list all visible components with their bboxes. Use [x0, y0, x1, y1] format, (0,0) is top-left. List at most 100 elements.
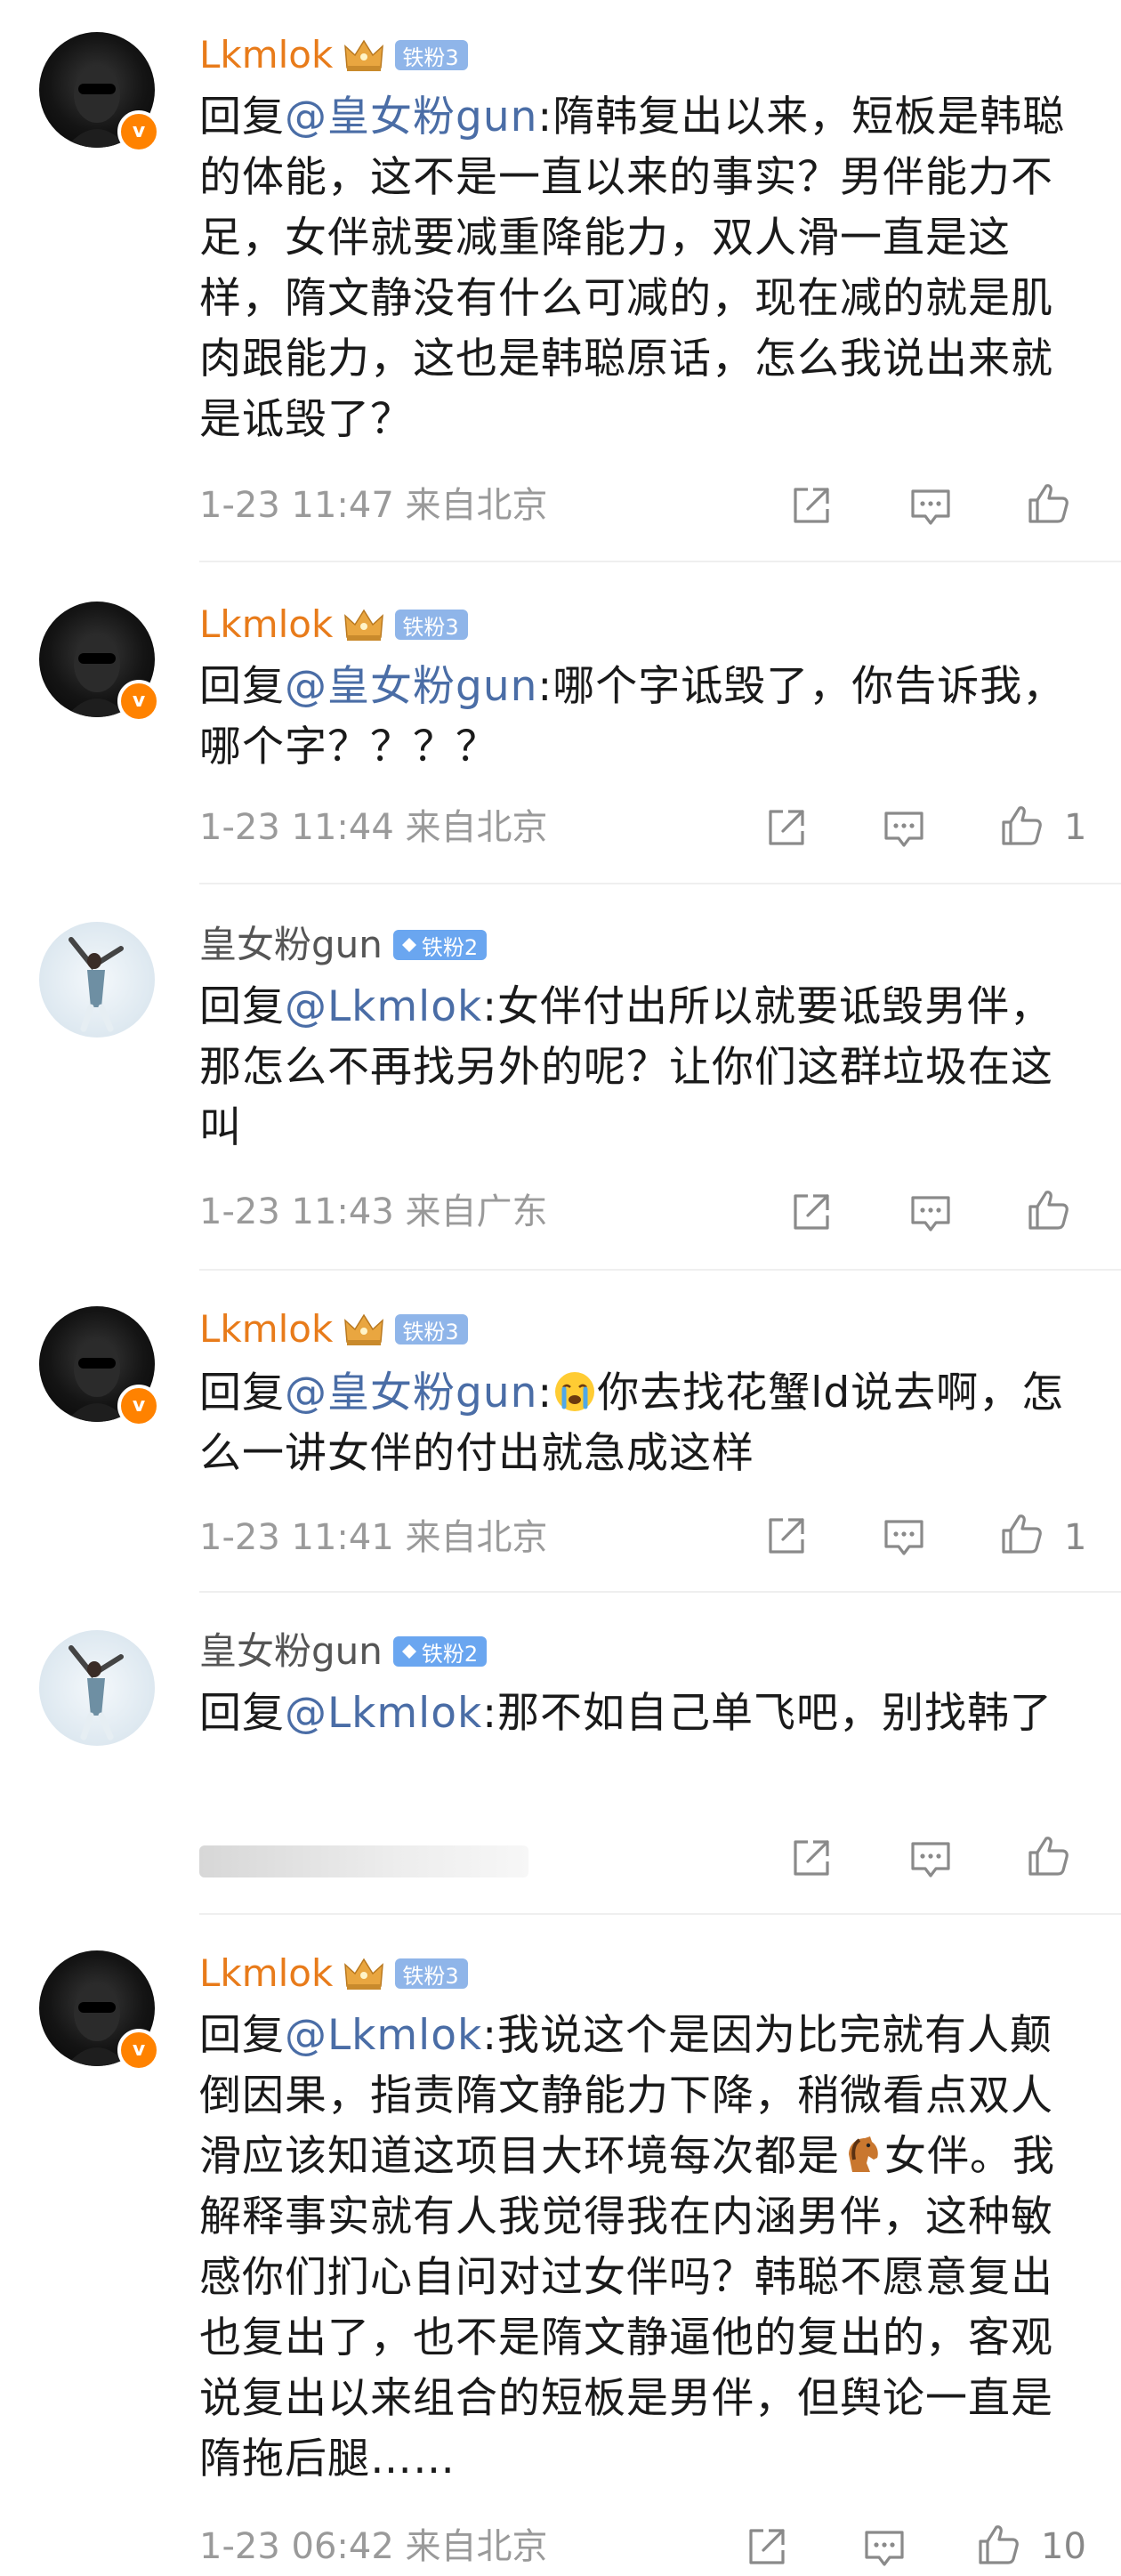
username[interactable]: Lkmlok — [199, 1947, 333, 2000]
fan-badge[interactable]: 铁粉3 — [395, 1958, 468, 1989]
crown-icon — [343, 1956, 384, 1991]
reply-prefix: 回复 — [199, 1689, 285, 1738]
share-icon[interactable] — [744, 2524, 790, 2570]
divider — [199, 883, 1121, 884]
name-row: Lkmlok 铁粉3 — [199, 1303, 468, 1356]
share-icon[interactable] — [788, 482, 835, 529]
name-row: 皇女粉gun 铁粉2 — [199, 918, 488, 972]
fan-badge-label: 铁粉3 — [402, 1319, 459, 1345]
crown-icon — [343, 37, 384, 73]
comment-text: 回复@Lkmlok:那不如自己单飞吧，别找韩了 — [199, 1684, 1089, 1744]
crown-icon — [343, 1312, 384, 1347]
fan-badge-label: 铁粉3 — [402, 1963, 459, 1989]
diamond-icon — [400, 936, 418, 954]
like-icon[interactable] — [1025, 480, 1071, 527]
comment-body: :隋韩复出以来，短板是韩聪的体能，这不是一直以来的事实？男伴能力不足，女伴就要减… — [199, 93, 1066, 444]
comment-meta: 1-23 11:47 来自北京 — [199, 479, 548, 532]
comment-icon[interactable] — [907, 1835, 954, 1881]
timestamp: 1-23 11:43 — [199, 1191, 394, 1232]
fan-badge-label: 铁粉3 — [402, 44, 459, 70]
crying-face-icon — [552, 1369, 597, 1414]
comment-icon[interactable] — [907, 1189, 954, 1235]
like-icon[interactable] — [1025, 1833, 1071, 1879]
crown-icon — [343, 607, 384, 642]
share-icon[interactable] — [788, 1189, 835, 1235]
name-row: Lkmlok 铁粉3 — [199, 28, 468, 82]
fan-badge[interactable]: 铁粉2 — [392, 930, 488, 960]
comment-icon[interactable] — [881, 1513, 927, 1559]
like-icon[interactable] — [975, 2522, 1021, 2568]
verified-badge-icon: v — [117, 680, 160, 723]
fan-badge-label: 铁粉2 — [421, 934, 479, 960]
mention-link[interactable]: @皇女粉gun — [285, 1369, 537, 1417]
mention-link[interactable]: @皇女粉gun — [285, 662, 537, 711]
comment-icon[interactable] — [907, 482, 954, 529]
username[interactable]: 皇女粉gun — [199, 918, 383, 972]
location: 来自北京 — [405, 485, 548, 526]
comment-meta: 1-23 11:44 来自北京 — [199, 801, 548, 854]
fan-badge[interactable]: 铁粉3 — [395, 1314, 468, 1345]
comment-body-continued: 女伴。我解释事实就有人我觉得我在内涵男伴，这种敏感你们扪心自问对过女伴吗？韩聪不… — [199, 2132, 1055, 2483]
like-icon[interactable] — [998, 1511, 1044, 1557]
comment-body-prefix: : — [537, 1369, 553, 1417]
location: 来自北京 — [405, 2526, 548, 2567]
comment-meta: 1-23 06:42 来自北京 — [199, 2520, 548, 2573]
horse-face-icon — [840, 2133, 884, 2177]
location: 来自北京 — [405, 1517, 548, 1558]
verified-badge-icon: v — [117, 110, 160, 153]
diamond-icon — [400, 1643, 418, 1660]
comment-body: :那不如自己单飞吧，别找韩了 — [482, 1689, 1053, 1738]
comment-meta: 1-23 11:41 来自北京 — [199, 1511, 548, 1564]
comment-text: 回复@皇女粉gun:隋韩复出以来，短板是韩聪的体能，这不是一直以来的事实？男伴能… — [199, 87, 1089, 450]
comment-text: 回复@Lkmlok:女伴付出所以就要诋毁男伴，那怎么不再找另外的呢？让你们这群垃… — [199, 977, 1089, 1159]
like-icon[interactable] — [998, 803, 1044, 849]
like-count: 1 — [1064, 1517, 1087, 1558]
username[interactable]: 皇女粉gun — [199, 1625, 383, 1678]
avatar[interactable] — [39, 1630, 155, 1746]
reply-prefix: 回复 — [199, 662, 285, 711]
mention-link[interactable]: @Lkmlok — [285, 1689, 482, 1738]
fan-badge[interactable]: 铁粉3 — [395, 610, 468, 640]
username[interactable]: Lkmlok — [199, 1303, 333, 1356]
share-icon[interactable] — [763, 1513, 810, 1559]
timestamp: 1-23 06:42 — [199, 2526, 394, 2567]
fan-badge[interactable]: 铁粉2 — [392, 1636, 488, 1667]
username[interactable]: Lkmlok — [199, 28, 333, 82]
name-row: Lkmlok 铁粉3 — [199, 598, 468, 651]
location: 来自北京 — [405, 807, 548, 848]
verified-badge-icon: v — [117, 1385, 160, 1427]
comment-text: 回复@Lkmlok:我说这个是因为比完就有人颠倒因果，指责隋文静能力下降，稍微看… — [199, 2006, 1089, 2490]
divider — [199, 1913, 1121, 1915]
location: 来自广东 — [405, 1191, 548, 1232]
fan-badge-label: 铁粉2 — [421, 1641, 479, 1667]
fan-badge[interactable]: 铁粉3 — [395, 40, 468, 70]
mention-link[interactable]: @Lkmlok — [285, 982, 482, 1031]
comment-meta: 1-23 11:43 来自广东 — [199, 1185, 548, 1239]
comment-meta — [199, 1845, 528, 1877]
comment-icon[interactable] — [881, 804, 927, 851]
divider — [199, 561, 1121, 562]
reply-prefix: 回复 — [199, 2011, 285, 2060]
reply-prefix: 回复 — [199, 1369, 285, 1417]
divider — [199, 1591, 1121, 1593]
avatar[interactable] — [39, 922, 155, 1038]
like-icon[interactable] — [1025, 1187, 1071, 1233]
verified-badge-icon: v — [117, 2029, 160, 2071]
reply-prefix: 回复 — [199, 982, 285, 1031]
username[interactable]: Lkmlok — [199, 598, 333, 651]
like-count: 10 — [1041, 2526, 1086, 2567]
comment-text: 回复@皇女粉gun:哪个字诋毁了，你告诉我，哪个字？？？？ — [199, 657, 1089, 778]
name-row: 皇女粉gun 铁粉2 — [199, 1625, 488, 1678]
comment-icon[interactable] — [861, 2524, 907, 2570]
timestamp: 1-23 11:41 — [199, 1517, 394, 1558]
fan-badge-label: 铁粉3 — [402, 614, 459, 640]
reply-prefix: 回复 — [199, 93, 285, 141]
timestamp: 1-23 11:47 — [199, 485, 394, 526]
name-row: Lkmlok 铁粉3 — [199, 1947, 468, 2000]
share-icon[interactable] — [763, 804, 810, 851]
mention-link[interactable]: @皇女粉gun — [285, 93, 537, 141]
timestamp: 1-23 11:44 — [199, 807, 394, 848]
share-icon[interactable] — [788, 1835, 835, 1881]
divider — [199, 1269, 1121, 1271]
mention-link[interactable]: @Lkmlok — [285, 2011, 482, 2060]
